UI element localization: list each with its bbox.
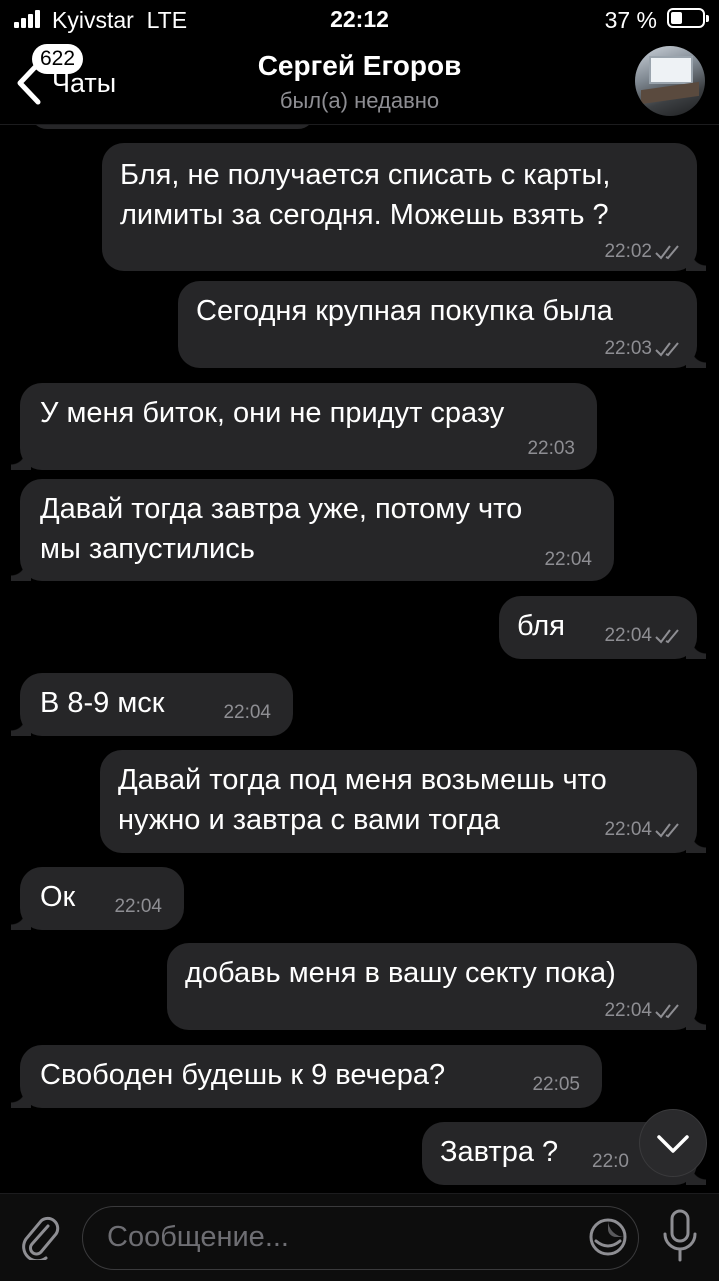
message-time: 22:04 — [604, 819, 652, 840]
message-bubble-outgoing[interactable]: Сегодня крупная покупка была 22:03 — [178, 281, 706, 368]
message-bubble-incoming[interactable]: Ок 22:04 — [11, 867, 184, 930]
message-bubble-outgoing[interactable]: Бля, не получается списать с карты, лими… — [102, 143, 706, 271]
message-bubble-outgoing[interactable]: добавь меня в вашу секту пока) 22:04 — [167, 943, 706, 1030]
message-bubble-partial — [30, 125, 315, 129]
status-bar: Kyivstar LTE 22:12 37 % — [0, 0, 719, 40]
message-text: Сегодня крупная покупка была — [196, 295, 613, 327]
chat-header: Чаты 622 Сергей Егоров был(а) недавно — [0, 40, 719, 125]
contact-name[interactable]: Сергей Егоров — [0, 50, 719, 82]
message-meta: 22:04 — [114, 896, 162, 918]
sticker-icon[interactable] — [586, 1215, 630, 1259]
message-text: Свободен будешь к 9 вечера? — [40, 1059, 446, 1091]
microphone-icon[interactable] — [661, 1208, 699, 1264]
scroll-down-button[interactable] — [640, 1110, 706, 1176]
message-bubble-incoming[interactable]: В 8-9 мск 22:04 — [11, 673, 293, 736]
double-check-icon — [655, 342, 679, 357]
double-check-icon — [655, 1004, 679, 1019]
message-text: бля — [517, 610, 565, 642]
message-list[interactable]: Бля, не получается списать с карты, лими… — [0, 125, 719, 1193]
message-meta: 22:0 — [592, 1151, 629, 1173]
message-meta: 22:04 — [544, 549, 592, 571]
message-text: Давай тогда под меня возьмешь что нужно … — [118, 764, 607, 836]
message-input[interactable]: Сообщение... — [82, 1206, 639, 1270]
message-text: У меня биток, они не придут сразу — [40, 397, 505, 429]
message-bubble-incoming[interactable]: У меня биток, они не придут сразу 22:03 — [11, 383, 597, 470]
message-meta: 22:04 — [604, 1000, 683, 1022]
double-check-icon — [655, 823, 679, 838]
message-meta: 22:04 — [604, 625, 683, 647]
message-meta: 22:04 — [223, 702, 271, 724]
chevron-down-icon — [657, 1135, 689, 1153]
avatar[interactable] — [635, 46, 705, 116]
message-time: 22:04 — [604, 1000, 652, 1021]
double-check-icon — [655, 245, 679, 260]
message-meta: 22:04 — [604, 819, 683, 841]
message-time: 22:0 — [592, 1151, 629, 1172]
message-text: Ок — [40, 881, 76, 913]
message-meta: 22:05 — [532, 1074, 580, 1096]
message-time: 22:02 — [604, 241, 652, 262]
paperclip-icon[interactable] — [18, 1212, 62, 1260]
message-time: 22:03 — [604, 338, 652, 359]
battery-percent: 37 % — [604, 7, 657, 33]
contact-status: был(а) недавно — [279, 88, 440, 113]
message-text: Давай тогда завтра уже, потому что мы за… — [40, 493, 523, 565]
message-time: 22:05 — [532, 1074, 580, 1095]
message-composer: Сообщение... — [0, 1193, 719, 1281]
message-time: 22:04 — [114, 896, 162, 917]
message-text: В 8-9 мск — [40, 687, 165, 719]
message-bubble-outgoing[interactable]: бля 22:04 — [499, 596, 706, 659]
message-text: добавь меня в вашу секту пока) — [185, 957, 616, 989]
message-input-placeholder: Сообщение... — [107, 1221, 289, 1253]
message-meta: 22:03 — [604, 338, 683, 360]
message-time: 22:04 — [544, 549, 592, 570]
message-time: 22:03 — [527, 438, 575, 459]
message-time: 22:04 — [604, 625, 652, 646]
message-meta: 22:03 — [527, 438, 575, 460]
message-time: 22:04 — [223, 702, 271, 723]
message-meta: 22:02 — [604, 241, 683, 263]
message-bubble-incoming[interactable]: Свободен будешь к 9 вечера? 22:05 — [11, 1045, 602, 1108]
message-text: Завтра ? — [440, 1136, 559, 1168]
double-check-icon — [655, 629, 679, 644]
message-bubble-outgoing[interactable]: Давай тогда под меня возьмешь что нужно … — [100, 750, 706, 853]
message-bubble-incoming[interactable]: Давай тогда завтра уже, потому что мы за… — [11, 479, 614, 581]
battery-icon — [667, 8, 709, 28]
message-text: Бля, не получается списать с карты, лими… — [120, 159, 611, 231]
